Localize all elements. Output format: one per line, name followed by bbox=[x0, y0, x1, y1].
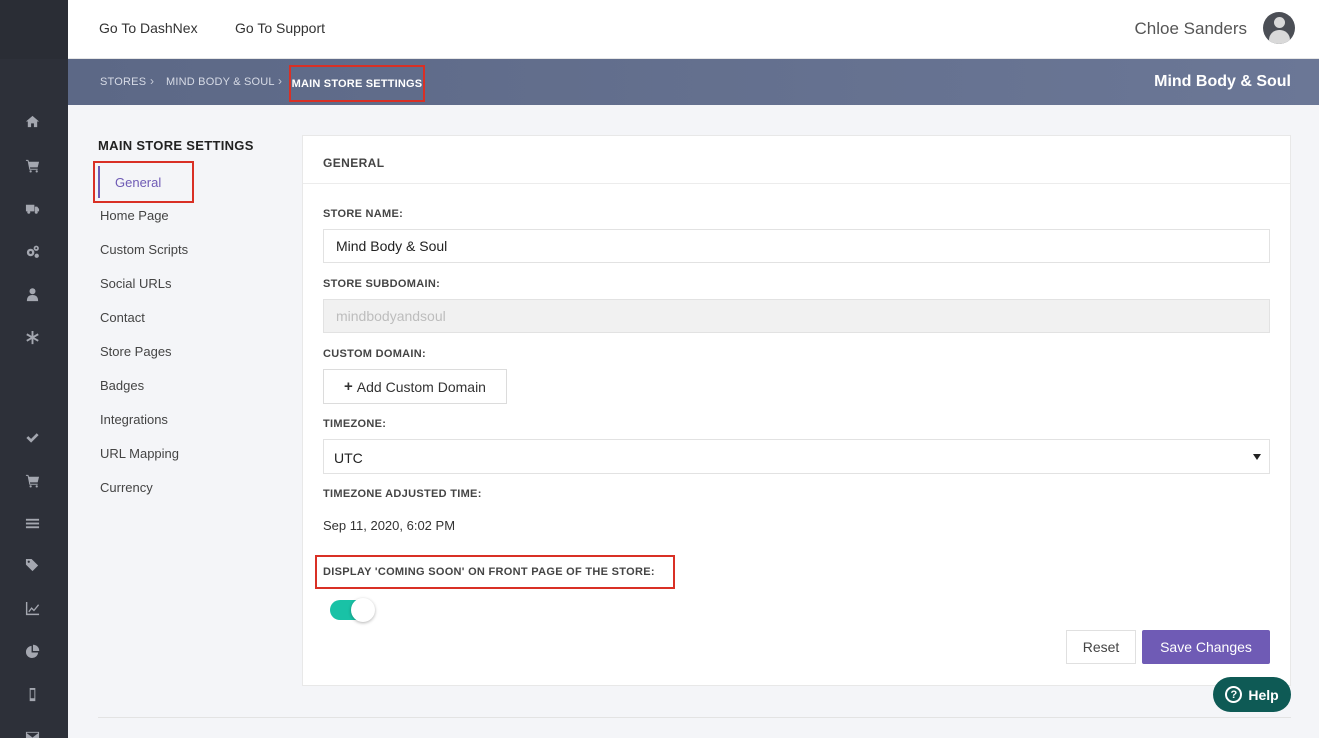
card-header: GENERAL bbox=[303, 136, 1290, 184]
breadcrumb: STORES › MIND BODY & SOUL › MAIN STORE S… bbox=[68, 59, 1319, 105]
settings-menu-title: MAIN STORE SETTINGS bbox=[98, 138, 254, 153]
store-subdomain-label: STORE SUBDOMAIN: bbox=[323, 278, 441, 290]
custom-domain-label: CUSTOM DOMAIN: bbox=[323, 348, 426, 360]
plus-icon: + bbox=[344, 378, 353, 395]
coming-soon-label: DISPLAY 'COMING SOON' ON FRONT PAGE OF T… bbox=[315, 555, 675, 589]
menu-item-integrations[interactable]: Integrations bbox=[100, 412, 168, 427]
menu-item-contact[interactable]: Contact bbox=[100, 310, 145, 325]
add-custom-domain-button[interactable]: + Add Custom Domain bbox=[323, 369, 507, 404]
divider bbox=[98, 717, 1291, 718]
menu-item-custom-scripts[interactable]: Custom Scripts bbox=[100, 242, 188, 257]
menu-item-store-pages[interactable]: Store Pages bbox=[100, 344, 172, 359]
menu-item-label: General bbox=[115, 174, 162, 190]
chevron-right-icon: › bbox=[150, 74, 154, 88]
menu-item-badges[interactable]: Badges bbox=[100, 378, 144, 393]
home-icon[interactable] bbox=[22, 111, 42, 131]
timezone-label: TIMEZONE: bbox=[323, 418, 387, 430]
envelope-icon[interactable] bbox=[22, 726, 42, 738]
check-icon[interactable] bbox=[22, 427, 42, 447]
breadcrumb-store[interactable]: MIND BODY & SOUL bbox=[166, 76, 275, 88]
coming-soon-label-text: DISPLAY 'COMING SOON' ON FRONT PAGE OF T… bbox=[323, 566, 655, 578]
breadcrumb-main-store-settings: MAIN STORE SETTINGS bbox=[289, 65, 425, 102]
logo-area bbox=[0, 0, 68, 59]
menu-item-general[interactable]: General bbox=[98, 166, 188, 198]
timezone-select[interactable]: UTC bbox=[323, 439, 1270, 474]
nav-go-to-support[interactable]: Go To Support bbox=[235, 20, 325, 36]
store-subdomain-input bbox=[323, 299, 1270, 333]
breadcrumb-stores[interactable]: STORES bbox=[100, 76, 146, 88]
caret-down-icon bbox=[1253, 454, 1261, 460]
user-name[interactable]: Chloe Sanders bbox=[1135, 19, 1247, 39]
store-name-label: STORE NAME: bbox=[323, 208, 404, 220]
toggle-knob bbox=[351, 598, 375, 622]
avatar[interactable] bbox=[1263, 12, 1295, 44]
save-changes-button[interactable]: Save Changes bbox=[1142, 630, 1270, 664]
nav-go-to-dashnex[interactable]: Go To DashNex bbox=[99, 20, 198, 36]
truck-icon[interactable] bbox=[22, 198, 42, 218]
add-custom-domain-label: Add Custom Domain bbox=[356, 378, 486, 395]
store-title: Mind Body & Soul bbox=[1154, 73, 1291, 90]
reset-button[interactable]: Reset bbox=[1066, 630, 1136, 664]
cart-icon[interactable] bbox=[22, 470, 42, 490]
tags-icon[interactable] bbox=[22, 555, 42, 575]
chart-icon[interactable] bbox=[22, 598, 42, 618]
question-icon: ? bbox=[1225, 686, 1243, 703]
topbar: Go To DashNex Go To Support Chloe Sander… bbox=[68, 0, 1319, 59]
cart-icon[interactable] bbox=[22, 155, 42, 175]
timezone-adjusted-time-value: Sep 11, 2020, 6:02 PM bbox=[323, 518, 456, 533]
pie-chart-icon[interactable] bbox=[22, 641, 42, 661]
chevron-right-icon: › bbox=[278, 74, 282, 88]
timezone-adjusted-time-label: TIMEZONE ADJUSTED TIME: bbox=[323, 488, 482, 500]
help-label: Help bbox=[1248, 686, 1279, 703]
menu-item-currency[interactable]: Currency bbox=[100, 480, 153, 495]
coming-soon-toggle[interactable] bbox=[330, 598, 375, 622]
sidebar bbox=[0, 0, 68, 738]
card-title: GENERAL bbox=[323, 156, 385, 170]
user-icon[interactable] bbox=[22, 284, 42, 304]
menu-item-social-urls[interactable]: Social URLs bbox=[100, 276, 172, 291]
mobile-icon[interactable] bbox=[22, 684, 42, 704]
cogs-icon[interactable] bbox=[22, 241, 42, 261]
menu-item-url-mapping[interactable]: URL Mapping bbox=[100, 446, 179, 461]
help-button[interactable]: ? Help bbox=[1213, 677, 1291, 712]
store-name-input[interactable] bbox=[323, 229, 1270, 263]
general-card: GENERAL bbox=[302, 135, 1291, 686]
asterisk-icon[interactable] bbox=[22, 327, 42, 347]
list-icon[interactable] bbox=[22, 513, 42, 533]
menu-item-home-page[interactable]: Home Page bbox=[100, 208, 169, 223]
timezone-value: UTC bbox=[334, 450, 363, 466]
